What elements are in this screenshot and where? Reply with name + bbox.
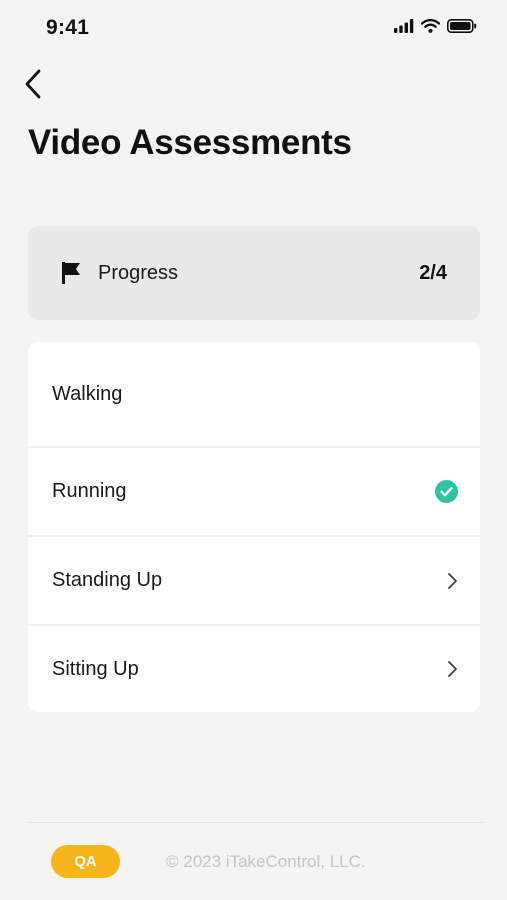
- list-item-label: Walking: [52, 382, 123, 405]
- check-circle-icon: [435, 480, 458, 503]
- disclosure-indicator: [446, 572, 458, 590]
- list-item-label: Running: [52, 480, 127, 502]
- progress-count: 2/4: [419, 262, 447, 284]
- chevron-right-icon: [448, 572, 457, 589]
- list-item-standing-up[interactable]: Standing Up: [28, 535, 480, 624]
- qa-badge: QA: [51, 845, 120, 878]
- progress-label: Progress: [98, 262, 179, 284]
- chevron-left-icon: [25, 69, 41, 99]
- list-item-label: Sitting Up: [52, 657, 139, 680]
- battery-icon: [447, 19, 477, 33]
- cellular-signal-icon: [394, 19, 414, 33]
- wifi-icon: [421, 19, 440, 33]
- list-item-sitting-up[interactable]: Sitting Up: [28, 624, 480, 712]
- page-title: Video Assessments: [28, 123, 352, 162]
- chevron-right-icon: [448, 661, 457, 677]
- status-icons: [394, 19, 477, 33]
- list-item-running[interactable]: Running: [28, 446, 480, 535]
- back-button[interactable]: [16, 64, 50, 104]
- completed-indicator: [435, 480, 458, 503]
- status-time: 9:41: [46, 16, 90, 39]
- list-item-label: Standing Up: [52, 569, 163, 591]
- disclosure-indicator: [446, 660, 458, 678]
- list-item-walking[interactable]: Walking: [28, 342, 480, 446]
- flag-icon: [62, 262, 80, 284]
- status-bar: 9:41: [0, 0, 507, 56]
- footer-divider: [28, 822, 485, 823]
- assessment-list: Walking Running Standing Up Sitting Up: [28, 342, 480, 712]
- copyright-text: © 2023 iTakeControl, LLC.: [166, 852, 366, 871]
- progress-card: Progress 2/4: [28, 226, 480, 320]
- video-assessments-screen: 9:41 Video Assessments Progress 2/4 Walk…: [0, 0, 507, 900]
